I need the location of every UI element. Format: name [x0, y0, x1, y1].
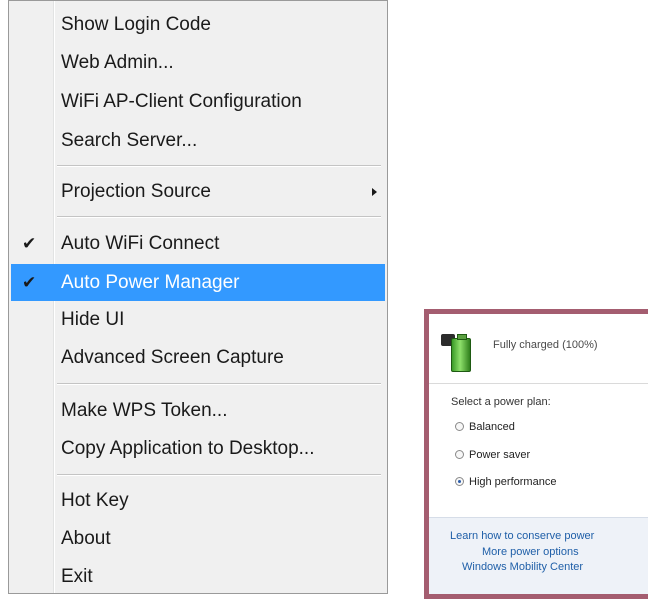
submenu-arrow-icon: [372, 188, 377, 196]
menu-separator: [57, 216, 381, 218]
menu-item-auto-wifi-connect[interactable]: ✔ Auto WiFi Connect: [11, 226, 385, 262]
menu-item-copy-application-to-desktop[interactable]: Copy Application to Desktop...: [11, 431, 385, 467]
menu-item-label: Web Admin...: [61, 52, 174, 73]
menu-item-make-wps-token[interactable]: Make WPS Token...: [11, 393, 385, 429]
menu-item-label: Hide UI: [61, 309, 125, 330]
link-windows-mobility-center[interactable]: Windows Mobility Center: [462, 561, 583, 573]
menu-item-search-server[interactable]: Search Server...: [11, 123, 385, 159]
menu-separator: [57, 165, 381, 167]
plan-label: Balanced: [469, 421, 515, 433]
menu-item-auto-power-manager[interactable]: ✔ Auto Power Manager: [11, 264, 385, 301]
link-more-power-options[interactable]: More power options: [482, 546, 579, 558]
power-plan-heading: Select a power plan:: [451, 396, 551, 408]
menu-item-hot-key[interactable]: Hot Key: [11, 483, 385, 519]
menu-item-label: Advanced Screen Capture: [61, 347, 284, 368]
battery-icon: [451, 334, 471, 372]
menu-item-label: Copy Application to Desktop...: [61, 438, 315, 459]
menu-item-label: Search Server...: [61, 130, 198, 151]
flyout-links-area: Learn how to conserve power More power o…: [429, 517, 648, 594]
menu-item-hide-ui[interactable]: Hide UI: [11, 302, 385, 338]
menu-item-label: Projection Source: [61, 181, 211, 202]
menu-item-label: Show Login Code: [61, 14, 211, 35]
menu-separator: [57, 383, 381, 385]
checkmark-icon: ✔: [22, 273, 37, 292]
battery-status: Fully charged (100%): [493, 339, 598, 351]
power-flyout-panel: Fully charged (100%) Select a power plan…: [429, 314, 648, 594]
menu-item-label: Auto Power Manager: [61, 272, 240, 293]
plan-option-high-performance[interactable]: High performance: [455, 476, 556, 488]
radio-button[interactable]: [455, 450, 464, 459]
menu-item-about[interactable]: About: [11, 521, 385, 557]
checkmark-icon: ✔: [22, 234, 37, 253]
radio-button[interactable]: [455, 422, 464, 431]
menu-item-label: WiFi AP-Client Configuration: [61, 91, 302, 112]
link-learn-conserve-power[interactable]: Learn how to conserve power: [450, 530, 594, 542]
menu-item-label: Auto WiFi Connect: [61, 233, 220, 254]
menu-item-label: Hot Key: [61, 490, 129, 511]
menu-item-label: Make WPS Token...: [61, 400, 228, 421]
menu-separator: [57, 474, 381, 476]
plan-label: High performance: [469, 476, 557, 488]
menu-item-web-admin[interactable]: Web Admin...: [11, 45, 385, 81]
flyout-divider: [429, 383, 648, 384]
context-menu: Show Login Code Web Admin... WiFi AP-Cli…: [8, 0, 388, 594]
menu-item-projection-source[interactable]: Projection Source: [11, 174, 385, 210]
menu-item-label: About: [61, 528, 111, 549]
power-flyout: Fully charged (100%) Select a power plan…: [424, 309, 648, 599]
plan-option-power-saver[interactable]: Power saver: [455, 449, 530, 461]
plan-label: Power saver: [469, 449, 531, 461]
radio-button-selected[interactable]: [455, 477, 464, 486]
plan-option-balanced[interactable]: Balanced: [455, 421, 515, 433]
menu-item-show-login-code[interactable]: Show Login Code: [11, 7, 385, 43]
menu-item-label: Exit: [61, 566, 93, 587]
menu-item-exit[interactable]: Exit: [11, 559, 385, 595]
menu-item-advanced-screen-capture[interactable]: Advanced Screen Capture: [11, 340, 385, 376]
menu-item-wifi-ap-client-configuration[interactable]: WiFi AP-Client Configuration: [11, 84, 385, 120]
